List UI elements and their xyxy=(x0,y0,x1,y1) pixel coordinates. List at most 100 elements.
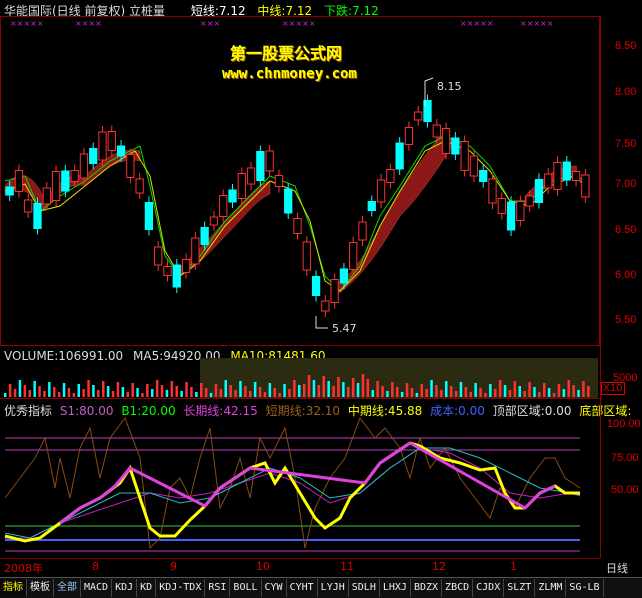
candle-body xyxy=(274,175,284,187)
x-label: 12 xyxy=(432,560,446,573)
volume-chart[interactable] xyxy=(0,346,600,398)
x-label: 8 xyxy=(92,560,99,573)
volume-bar xyxy=(131,383,134,397)
candle-body xyxy=(98,131,107,161)
x-label: 1 xyxy=(510,560,517,573)
tab-全部[interactable]: 全部 xyxy=(54,579,81,597)
volume-bar xyxy=(28,390,31,397)
volume-bar xyxy=(190,387,193,397)
tab-kdj-tdx[interactable]: KDJ-TDX xyxy=(156,579,206,597)
candle-body xyxy=(61,170,70,192)
price-tick: 7.50 xyxy=(615,138,637,150)
price-tick: 5.50 xyxy=(615,314,637,326)
watermark-url: www.chnmoney.com xyxy=(222,66,357,82)
indicator-tick: 50.00 xyxy=(611,484,639,496)
tab-rsi[interactable]: RSI xyxy=(205,579,231,597)
volume-bar xyxy=(489,384,492,397)
volume-bar xyxy=(195,392,198,397)
candle-body xyxy=(488,178,497,204)
volume-bar xyxy=(337,377,340,397)
candle-body xyxy=(70,170,79,182)
volume-bar xyxy=(180,391,183,397)
candle-body xyxy=(367,201,376,211)
tab-sg-lb[interactable]: SG-LB xyxy=(566,579,604,597)
tab-kdj[interactable]: KDJ xyxy=(112,579,138,597)
candlesticks xyxy=(5,94,590,317)
volume-bar xyxy=(391,382,394,397)
volume-bar xyxy=(513,381,517,397)
candle-body xyxy=(395,142,404,170)
volume-bar xyxy=(317,385,321,397)
volume-bar xyxy=(582,381,585,397)
volume-bar xyxy=(420,384,423,397)
tab-cjdx[interactable]: CJDX xyxy=(473,579,505,597)
tab-指标[interactable]: 指标 xyxy=(0,579,27,597)
candle-body xyxy=(126,154,135,178)
tab-lyjh[interactable]: LYJH xyxy=(318,579,349,597)
volume-bar xyxy=(4,393,7,397)
volume-bar xyxy=(474,383,477,397)
candle-body xyxy=(311,276,321,296)
volume-bar xyxy=(430,380,433,397)
volume-bar xyxy=(82,389,85,397)
volume-bar xyxy=(469,392,472,397)
tab-sdlh[interactable]: SDLH xyxy=(349,579,380,597)
candle-body xyxy=(339,268,349,284)
candle-body xyxy=(321,300,330,312)
price-tick: 6.50 xyxy=(615,224,637,236)
volume-bar xyxy=(53,387,56,397)
tab-zlmm[interactable]: ZLMM xyxy=(535,579,567,597)
volume-bar xyxy=(464,387,468,397)
volume-bar xyxy=(415,393,419,397)
volume-bar xyxy=(57,392,61,397)
volume-bar xyxy=(33,381,36,397)
volume-bar xyxy=(366,379,370,397)
volume-bar xyxy=(332,386,335,397)
tab-slzt[interactable]: SLZT xyxy=(504,579,536,597)
volume-bar xyxy=(327,381,330,397)
volume-scale-badge: X10 xyxy=(601,382,625,395)
low-price-label: 5.47 xyxy=(332,322,357,335)
volume-bar xyxy=(523,391,526,397)
candle-body xyxy=(497,198,506,214)
volume-bar xyxy=(67,388,71,397)
x-label: 2008年 xyxy=(4,562,43,575)
tab-zbcd[interactable]: ZBCD xyxy=(442,579,474,597)
volume-bar xyxy=(97,390,100,397)
volume-bar xyxy=(557,384,561,397)
volume-bar xyxy=(459,382,463,397)
tab-lhxj[interactable]: LHXJ xyxy=(380,579,411,597)
volume-bar xyxy=(160,385,164,397)
x-label: 10 xyxy=(256,560,270,573)
candle-body xyxy=(414,111,423,121)
candle-body xyxy=(534,179,544,203)
candle-body xyxy=(209,216,219,226)
volume-bar xyxy=(440,390,443,397)
candle-body xyxy=(219,195,228,217)
volume-bar xyxy=(322,376,325,397)
indicator-chart[interactable] xyxy=(0,398,600,558)
candle-body xyxy=(386,169,395,183)
tab-macd[interactable]: MACD xyxy=(81,579,113,597)
period-label[interactable]: 日线 xyxy=(606,560,628,576)
tab-boll[interactable]: BOLL xyxy=(230,579,262,597)
indicator-tick: 100.00 xyxy=(607,418,641,430)
candle-body xyxy=(89,148,98,164)
volume-bar xyxy=(547,388,551,397)
candle-body xyxy=(24,199,33,213)
candle-body xyxy=(284,188,293,214)
tab-模板[interactable]: 模板 xyxy=(27,579,54,597)
watermark-title: 第一股票公式网 xyxy=(230,44,343,63)
volume-bar xyxy=(543,383,546,397)
candle-body xyxy=(237,173,246,199)
price-tick: 8.50 xyxy=(615,40,637,52)
tab-cyw[interactable]: CYW xyxy=(262,579,287,597)
volume-bar xyxy=(87,380,90,397)
candle-body xyxy=(404,127,414,145)
tab-cyht[interactable]: CYHT xyxy=(287,579,318,597)
candle-body xyxy=(358,221,367,241)
candle-body xyxy=(581,174,590,198)
volume-bar xyxy=(13,389,17,397)
tab-bdzx[interactable]: BDZX xyxy=(411,579,443,597)
tab-kd[interactable]: KD xyxy=(137,579,157,597)
